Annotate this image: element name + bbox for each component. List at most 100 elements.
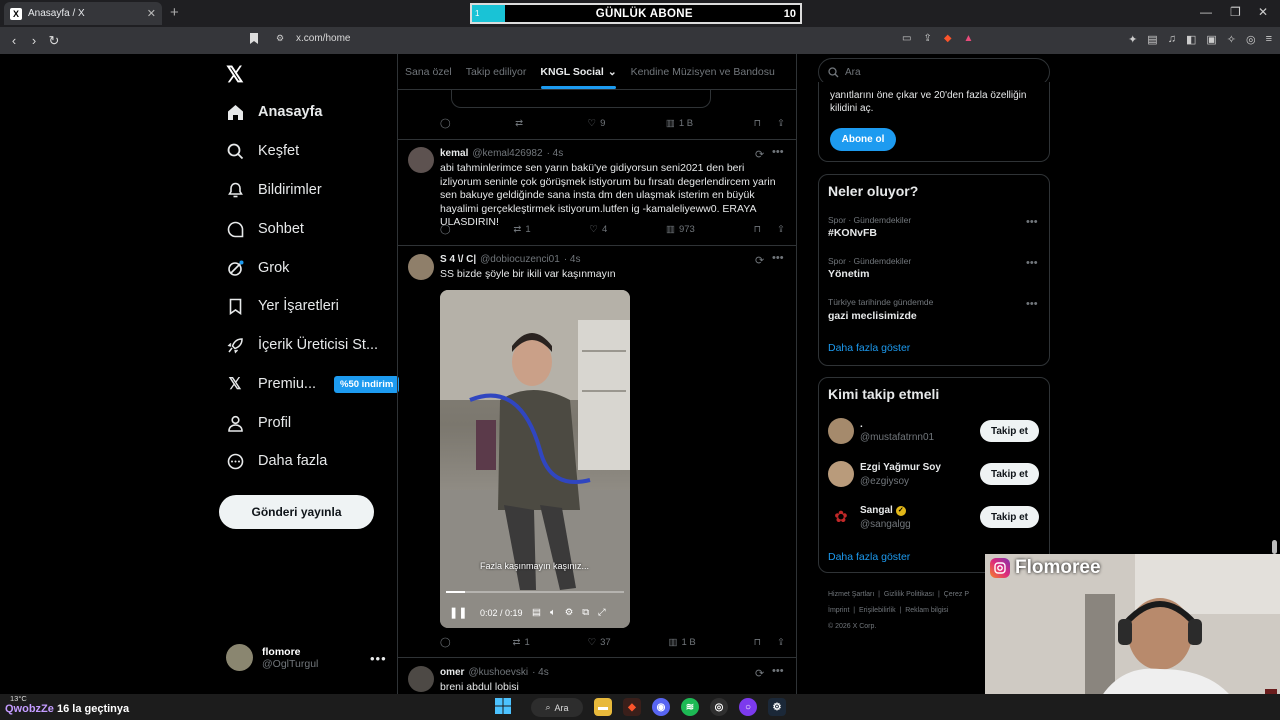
tweet-more-icon[interactable]: ••• [772, 665, 784, 677]
extensions-icon[interactable]: ✦ [1128, 33, 1137, 46]
avatar[interactable] [408, 147, 434, 173]
tweet-more-icon[interactable]: ••• [772, 146, 784, 158]
who-to-follow-show-more[interactable]: Daha fazla göster [828, 551, 910, 563]
trend-item[interactable]: gazi meclisimizde [828, 310, 917, 322]
tweet-handle[interactable]: @dobiocuzenci01 [480, 254, 560, 265]
suggested-user-name[interactable]: . [860, 419, 863, 430]
avatar[interactable] [828, 461, 854, 487]
avatar[interactable]: ✿ [828, 504, 854, 530]
follow-button[interactable]: Takip et [980, 463, 1039, 485]
tab-for-you[interactable]: Sana özel [398, 66, 459, 78]
reload-icon[interactable]: ↻ [44, 33, 64, 49]
weather-widget[interactable]: 13°C [10, 694, 27, 703]
reply-button[interactable]: ◯ [440, 224, 455, 235]
avatar[interactable] [408, 254, 434, 280]
like-button[interactable]: ♡ 9 [588, 118, 606, 129]
footer-link[interactable]: Erişilebilirlik [859, 607, 896, 614]
tweet-time[interactable]: · 4s [547, 148, 564, 159]
tweet-handle[interactable]: @kemal426982 [472, 148, 542, 159]
pip-icon[interactable]: ⧉ [582, 607, 589, 618]
account-switcher[interactable]: flomore @OglTurgul [226, 644, 318, 671]
tweet-author[interactable]: kemal [440, 148, 468, 159]
new-tab-icon[interactable]: + [170, 4, 179, 21]
video-progress-bar[interactable] [446, 591, 624, 593]
leo-icon[interactable]: ✧ [1227, 33, 1236, 46]
url-field[interactable]: x.com/home [296, 33, 350, 44]
spotify-icon[interactable]: ≋ [681, 698, 699, 716]
brave-shield-icon[interactable]: ◆ [944, 33, 952, 44]
nav-profile[interactable]: Profil [226, 411, 291, 435]
trend-item[interactable]: #KONvFB [828, 227, 877, 239]
footer-link[interactable]: Reklam bilgisi [905, 607, 948, 614]
discord-icon[interactable]: ◉ [652, 698, 670, 716]
avatar[interactable] [828, 418, 854, 444]
maximize-icon[interactable]: ❐ [1230, 5, 1241, 19]
nav-premium[interactable]: 𝕏 Premiu... %50 indirim [226, 372, 400, 396]
more-options-icon[interactable]: ••• [370, 651, 387, 666]
nav-explore[interactable]: Keşfet [226, 139, 299, 163]
brave-rewards-icon[interactable]: ▲ [964, 33, 974, 44]
footer-link[interactable]: Çerez P [944, 591, 969, 598]
bookmark-tweet-button[interactable]: ⊓ ⇪ [754, 637, 785, 648]
tweet-handle[interactable]: @kushoevski [468, 667, 528, 678]
trend-more-icon[interactable]: ••• [1026, 216, 1038, 228]
obs-icon[interactable]: ◎ [710, 698, 728, 716]
tweet-author[interactable]: S 4 \/ C| [440, 254, 476, 265]
file-explorer-icon[interactable]: ▬ [594, 698, 612, 716]
avatar[interactable] [408, 666, 434, 692]
tab-following[interactable]: Takip ediliyor [459, 66, 534, 78]
nav-chat[interactable]: Sohbet [226, 217, 304, 241]
captions-icon[interactable]: ▤ [532, 607, 541, 618]
suggested-user[interactable]: Sangal ✓ [860, 505, 906, 516]
subscribe-button[interactable]: Abone ol [830, 128, 896, 151]
trend-more-icon[interactable]: ••• [1026, 298, 1038, 310]
brave-browser-icon[interactable]: ◆ [623, 698, 641, 716]
nav-home[interactable]: Anasayfa [226, 100, 322, 124]
tweet-more-icon[interactable]: ••• [772, 252, 784, 264]
reader-icon[interactable]: ▤ [1147, 33, 1157, 46]
retweet-button[interactable]: ⇄ 1 [513, 224, 530, 235]
bookmark-tweet-button[interactable]: ⊓ ⇪ [754, 224, 785, 235]
nav-creator-studio[interactable]: İçerik Üreticisi St... [226, 333, 378, 357]
share-icon[interactable]: ⇪ [777, 118, 785, 129]
bookmark-page-icon[interactable] [249, 32, 259, 45]
share-icon[interactable]: ⇪ [777, 224, 785, 235]
trend-item[interactable]: Yönetim [828, 268, 869, 280]
footer-link[interactable]: Gizlilik Politikası [884, 591, 934, 598]
suggested-user-name[interactable]: Ezgi Yağmur Soy [860, 462, 941, 473]
follow-button[interactable]: Takip et [980, 420, 1039, 442]
forward-icon[interactable]: › [24, 33, 44, 48]
close-tab-icon[interactable]: ✕ [147, 7, 156, 20]
vpn-icon[interactable]: ◎ [1246, 33, 1256, 46]
settings-icon[interactable]: ⚙ [565, 607, 574, 618]
tweet-time[interactable]: · 4s [564, 254, 581, 265]
nav-grok[interactable]: Grok [226, 256, 289, 280]
taskbar-search[interactable]: ⌕ Ara [531, 698, 583, 717]
site-settings-icon[interactable]: ⚙ [276, 33, 284, 44]
like-button[interactable]: ♡ 4 [589, 224, 607, 235]
like-button[interactable]: ♡ 37 [588, 637, 611, 648]
trend-more-icon[interactable]: ••• [1026, 257, 1038, 269]
reply-button[interactable]: ◯ [440, 118, 455, 129]
windows-start-icon[interactable] [495, 698, 511, 714]
views-button[interactable]: ▥ 1 B [669, 637, 696, 648]
share-icon[interactable]: ⇪ [777, 637, 785, 648]
share-icon[interactable]: ⇪ [923, 33, 931, 44]
tab-kngl-social[interactable]: KNGL Social ⌄ [533, 66, 623, 89]
nav-notifications[interactable]: Bildirimler [226, 178, 322, 202]
footer-link[interactable]: Hizmet Şartları [828, 591, 874, 598]
retweet-button[interactable]: ⇄ [515, 118, 527, 129]
tweet-time[interactable]: · 4s [532, 667, 549, 678]
footer-link[interactable]: İmprint [828, 607, 849, 614]
pause-icon[interactable]: ❚❚ [449, 606, 467, 619]
menu-icon[interactable]: ≡ [1266, 33, 1272, 46]
fullscreen-icon[interactable]: ⤢ [598, 607, 606, 618]
page-scrollbar[interactable] [1272, 540, 1277, 554]
grok-explain-icon[interactable]: ⟳ [755, 667, 764, 680]
nav-bookmarks[interactable]: Yer İşaretleri [226, 294, 339, 318]
grok-explain-icon[interactable]: ⟳ [755, 148, 764, 161]
sidebar-icon[interactable]: ◧ [1186, 33, 1196, 46]
retweet-button[interactable]: ⇄ 1 [512, 637, 529, 648]
volume-icon[interactable]: 🔈︎ [550, 607, 556, 618]
x-logo-icon[interactable]: 𝕏 [226, 62, 244, 88]
